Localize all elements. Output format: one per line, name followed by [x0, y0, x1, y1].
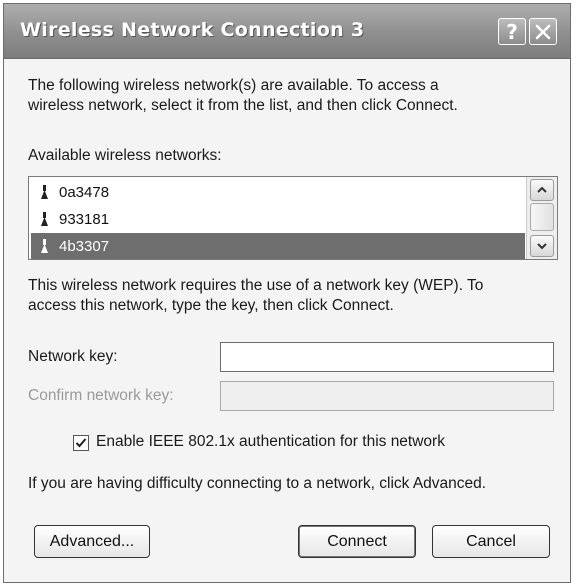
scroll-up-button[interactable]	[530, 179, 554, 201]
wireless-antenna-icon	[31, 239, 59, 253]
ieee-8021x-label[interactable]: Enable IEEE 802.1x authentication for th…	[96, 432, 445, 452]
network-item-933181[interactable]: 933181	[31, 206, 525, 232]
connect-button[interactable]: Connect	[298, 525, 416, 558]
wireless-connection-dialog: Wireless Network Connection 3 ? The foll…	[3, 3, 571, 583]
scroll-down-button[interactable]	[530, 235, 554, 257]
network-item-0a3478[interactable]: 0a3478	[31, 179, 525, 205]
title-bar: Wireless Network Connection 3 ?	[4, 4, 570, 59]
wireless-antenna-icon	[31, 212, 59, 226]
chevron-down-icon	[537, 243, 547, 250]
window-title: Wireless Network Connection 3	[20, 19, 365, 41]
network-key-label: Network key:	[28, 348, 118, 365]
network-list[interactable]: 0a3478 933181 4b3307	[28, 176, 558, 260]
network-name: 933181	[59, 210, 110, 228]
network-name: 4b3307	[59, 237, 110, 255]
intro-text-line-1: The following wireless network(s) are av…	[28, 77, 439, 94]
advanced-help-text: If you are having difficulty connecting …	[28, 475, 487, 492]
advanced-button[interactable]: Advanced...	[34, 525, 150, 558]
help-button[interactable]: ?	[498, 18, 526, 45]
intro-text: The following wireless network(s) are av…	[28, 76, 458, 116]
chevron-up-icon	[537, 186, 547, 193]
checkmark-icon	[75, 438, 87, 448]
wep-text-line-1: This wireless network requires the use o…	[28, 277, 484, 294]
wep-text-line-2: access this network, type the key, then …	[28, 297, 394, 314]
network-name: 0a3478	[59, 183, 110, 201]
network-key-input[interactable]	[220, 342, 554, 372]
network-item-4b3307[interactable]: 4b3307	[31, 233, 525, 259]
wep-text: This wireless network requires the use o…	[28, 276, 483, 316]
close-button[interactable]	[529, 18, 557, 45]
confirm-key-label: Confirm network key:	[28, 387, 174, 404]
confirm-key-input[interactable]	[220, 381, 554, 411]
close-icon	[535, 24, 551, 39]
intro-text-line-2: wireless network, select it from the lis…	[28, 97, 458, 114]
available-networks-label: Available wireless networks:	[28, 147, 222, 164]
scroll-thumb[interactable]	[530, 203, 554, 231]
cancel-button[interactable]: Cancel	[432, 525, 550, 558]
ieee-8021x-checkbox[interactable]	[73, 435, 89, 451]
wireless-antenna-icon	[31, 185, 59, 199]
list-scrollbar[interactable]	[526, 177, 557, 259]
